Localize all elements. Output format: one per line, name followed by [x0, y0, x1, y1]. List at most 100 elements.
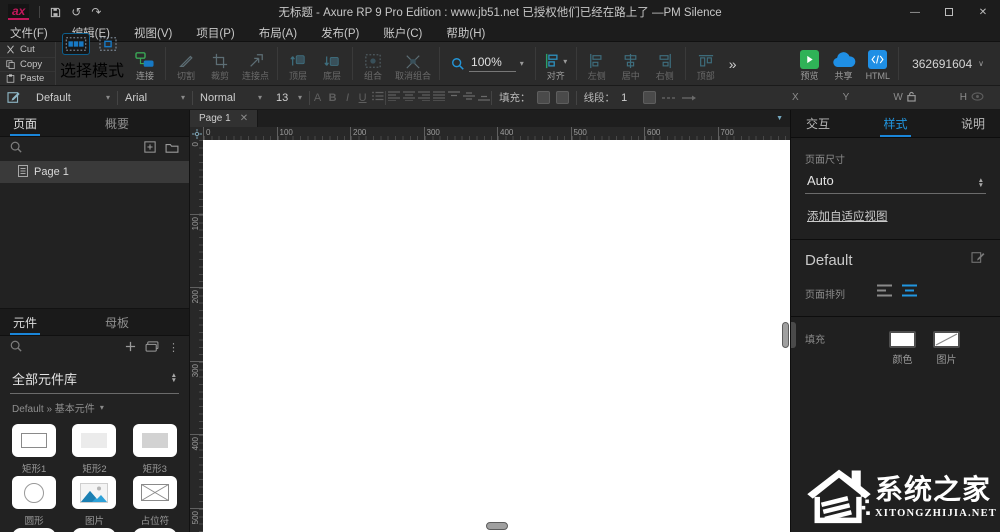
menu-file[interactable]: 文件(F) — [10, 25, 48, 41]
tab-style[interactable]: 样式 — [880, 110, 911, 137]
edit-style-icon[interactable] — [971, 251, 986, 269]
line-width-field[interactable]: 1 — [621, 92, 637, 104]
paste-button[interactable]: Paste — [0, 70, 55, 85]
maximize-button[interactable] — [932, 0, 966, 24]
ungroup-button[interactable]: 取消组合 — [390, 42, 436, 85]
menu-account[interactable]: 账户(C) — [383, 25, 422, 41]
widget-placeholder[interactable]: 占位符 — [125, 473, 185, 527]
widget-button[interactable] — [4, 525, 64, 532]
widget-primary-button[interactable] — [64, 525, 124, 532]
line-color-swatch[interactable] — [643, 91, 657, 104]
slice-button[interactable]: 切割 — [169, 42, 203, 85]
widget-image[interactable]: 图片 — [64, 473, 124, 527]
align-left-button[interactable]: 左侧 — [580, 42, 614, 85]
font-color-button[interactable]: A — [310, 92, 325, 104]
library-breadcrumb[interactable]: Default » 基本元件 ▾ — [12, 400, 177, 415]
x-field[interactable] — [803, 91, 829, 104]
page-fill-image-button[interactable]: 图片 — [933, 331, 960, 366]
line-style-button[interactable] — [662, 92, 677, 104]
add-library-icon[interactable] — [125, 339, 136, 357]
tab-outline[interactable]: 概要 — [102, 110, 132, 136]
bold-button[interactable]: B — [325, 92, 340, 104]
widget-link-button[interactable] — [125, 525, 185, 532]
vertical-align-middle-button[interactable] — [461, 91, 476, 104]
copy-button[interactable]: Copy — [0, 56, 55, 71]
align-center-button[interactable]: 居中 — [614, 42, 648, 85]
send-to-back-button[interactable]: 底层 — [315, 42, 349, 85]
vertical-scrollbar-thumb[interactable] — [782, 322, 789, 348]
kebab-menu-icon[interactable]: ⋮ — [168, 342, 179, 354]
font-size-select[interactable]: 13 ▾ — [269, 86, 309, 109]
toolbar-overflow-button[interactable]: » — [723, 42, 743, 85]
w-field[interactable] — [920, 91, 946, 104]
menu-help[interactable]: 帮助(H) — [446, 25, 485, 41]
add-adaptive-views-link[interactable]: 添加自适应视图 — [807, 208, 888, 224]
tab-interactions[interactable]: 交互 — [803, 110, 833, 137]
zoom-control[interactable]: 100% ▾ — [443, 42, 532, 85]
tab-widgets[interactable]: 元件 — [10, 309, 41, 335]
font-weight-select[interactable]: Normal ▾ — [193, 86, 269, 109]
library-stack-icon[interactable] — [145, 339, 159, 357]
add-folder-icon[interactable] — [165, 140, 179, 158]
menu-arrange[interactable]: 布局(A) — [259, 25, 297, 41]
design-page[interactable] — [203, 140, 790, 532]
align-top-button[interactable]: 顶部 — [689, 42, 723, 85]
minimize-button[interactable]: — — [898, 0, 932, 24]
text-align-justify-button[interactable] — [431, 91, 446, 104]
menu-publish[interactable]: 发布(P) — [321, 25, 359, 41]
widget-rectangle3[interactable]: 矩形3 — [125, 421, 185, 475]
underline-button[interactable]: U — [355, 92, 370, 104]
style-editor-icon[interactable] — [0, 86, 29, 109]
page-tree-item[interactable]: Page 1 — [0, 161, 189, 183]
share-button[interactable]: 共享 — [827, 42, 861, 85]
page-align-center-button[interactable] — [902, 284, 917, 302]
align-right-button[interactable]: 右侧 — [648, 42, 682, 85]
select-contain-mode-button[interactable] — [95, 34, 121, 54]
add-page-icon[interactable] — [144, 140, 156, 158]
zoom-value[interactable]: 100% — [469, 55, 516, 72]
text-align-right-button[interactable] — [416, 91, 431, 104]
tab-masters[interactable]: 母板 — [102, 309, 132, 335]
connector-point-button[interactable]: 连接点 — [237, 42, 274, 85]
page-size-select[interactable]: Auto ▲ ▼ — [805, 166, 986, 194]
group-button[interactable]: 组合 — [356, 42, 390, 85]
undo-icon[interactable]: ↺ — [71, 6, 81, 18]
widget-ellipse[interactable]: 圆形 — [4, 473, 64, 527]
select-intersect-mode-button[interactable] — [62, 33, 90, 55]
ruler-origin-icon[interactable] — [190, 127, 203, 140]
menu-view[interactable]: 视图(V) — [134, 25, 172, 41]
text-align-center-button[interactable] — [401, 91, 416, 104]
save-icon[interactable] — [50, 7, 61, 18]
connect-button[interactable]: 连接 — [128, 42, 162, 85]
horizontal-scrollbar-thumb[interactable] — [486, 522, 508, 530]
page-tab[interactable]: Page 1 ✕ — [190, 110, 259, 127]
panel-collapse-handle[interactable] — [791, 322, 796, 348]
style-preset-select[interactable]: Default ▾ — [29, 86, 117, 109]
menu-project[interactable]: 项目(P) — [196, 25, 234, 41]
tab-list-dropdown-icon[interactable]: ▼ — [776, 115, 790, 122]
vertical-align-bottom-button[interactable] — [476, 91, 491, 104]
align-dropdown-button[interactable]: ▾ 对齐 — [539, 42, 573, 85]
aspect-lock-icon[interactable] — [907, 91, 916, 105]
close-tab-icon[interactable]: ✕ — [240, 113, 248, 124]
preview-button[interactable]: 预览 — [793, 42, 827, 85]
fill-gradient-swatch[interactable] — [555, 91, 569, 104]
widget-rectangle2[interactable]: 矩形2 — [64, 421, 124, 475]
account-dropdown[interactable]: 362691604 ∨ — [902, 42, 994, 85]
vertical-align-top-button[interactable] — [446, 91, 461, 104]
cut-button[interactable]: Cut — [0, 43, 55, 57]
redo-icon[interactable]: ↷ — [91, 6, 101, 18]
tab-pages[interactable]: 页面 — [10, 110, 41, 136]
page-fill-color-button[interactable]: 颜色 — [889, 331, 916, 366]
font-family-select[interactable]: Arial ▾ — [118, 86, 192, 109]
arrow-style-button[interactable] — [682, 92, 697, 104]
fill-color-swatch[interactable] — [536, 91, 550, 104]
close-button[interactable]: ✕ — [966, 0, 1000, 24]
visibility-eye-icon[interactable] — [971, 91, 984, 104]
crop-button[interactable]: 裁剪 — [203, 42, 237, 85]
search-icon[interactable] — [10, 339, 22, 357]
y-field[interactable] — [853, 91, 879, 104]
italic-button[interactable]: I — [340, 92, 355, 104]
bullet-list-button[interactable] — [370, 91, 385, 104]
library-select[interactable]: 全部元件库 ▲ ▼ — [10, 367, 179, 394]
